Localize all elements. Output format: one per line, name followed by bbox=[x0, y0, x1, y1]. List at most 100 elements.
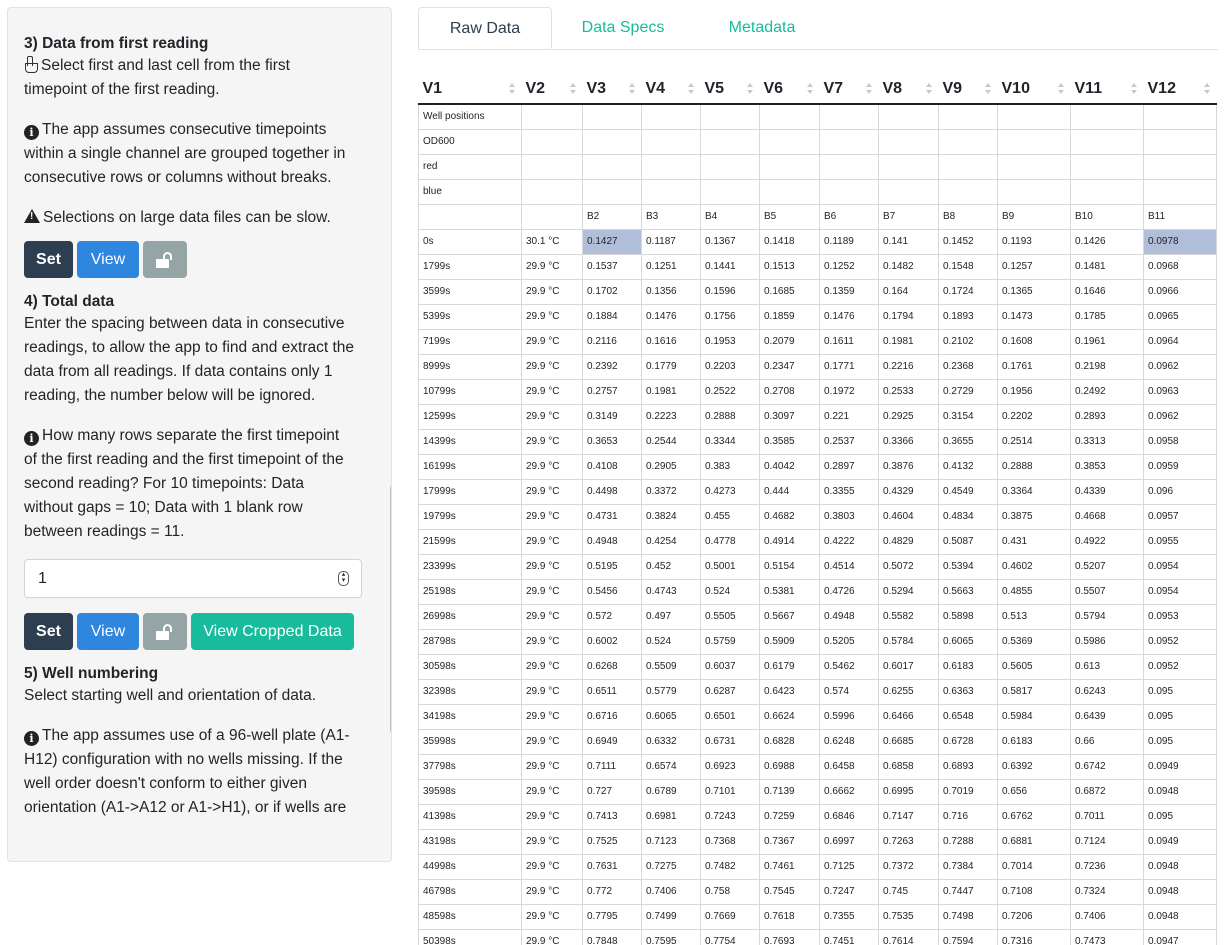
table-cell[interactable]: 0.1981 bbox=[878, 328, 939, 355]
table-cell[interactable]: 0.758 bbox=[700, 878, 760, 905]
table-cell[interactable]: 0.5779 bbox=[641, 678, 701, 705]
table-cell[interactable]: 0.4922 bbox=[1070, 528, 1144, 555]
table-cell[interactable] bbox=[938, 128, 998, 155]
table-cell[interactable]: 0.5456 bbox=[582, 578, 642, 605]
table-cell[interactable]: 0.4829 bbox=[878, 528, 939, 555]
table-cell[interactable]: 0.3355 bbox=[819, 478, 879, 505]
table-cell[interactable]: 0.7011 bbox=[1070, 803, 1144, 830]
table-cell[interactable]: 0.1961 bbox=[1070, 328, 1144, 355]
table-cell[interactable]: 0.7451 bbox=[819, 928, 879, 945]
table-cell[interactable]: 0.6716 bbox=[582, 703, 642, 730]
table-cell[interactable]: 29.9 °C bbox=[521, 553, 583, 580]
table-cell[interactable]: 0.1476 bbox=[819, 303, 879, 330]
column-header-v4[interactable]: V4 bbox=[641, 75, 701, 105]
table-cell[interactable]: 0.7316 bbox=[997, 928, 1071, 945]
table-cell[interactable]: 0.6392 bbox=[997, 753, 1071, 780]
table-cell[interactable]: 0.1771 bbox=[819, 353, 879, 380]
table-cell[interactable]: 0.1441 bbox=[700, 253, 760, 280]
table-cell[interactable]: 0.1359 bbox=[819, 278, 879, 305]
sort-icon[interactable] bbox=[687, 83, 695, 95]
table-cell[interactable]: 32398s bbox=[418, 678, 522, 705]
table-cell[interactable]: 0.1367 bbox=[700, 228, 760, 255]
table-cell[interactable]: 0.5909 bbox=[759, 628, 820, 655]
table-cell[interactable]: 0.7693 bbox=[759, 928, 820, 945]
table-row[interactable]: 41398s 29.9 °C 0.7413 0.6981 0.7243 0.7259 0.6… bbox=[418, 803, 1217, 830]
table-cell[interactable]: 37798s bbox=[418, 753, 522, 780]
table-cell[interactable]: 0.1189 bbox=[819, 228, 879, 255]
table-cell[interactable]: B5 bbox=[759, 203, 820, 230]
sort-icon[interactable] bbox=[865, 83, 873, 95]
table-row[interactable]: 7199s 29.9 °C 0.2116 0.1616 0.1953 0.2079 0.16… bbox=[418, 328, 1217, 355]
table-cell[interactable]: 0.2102 bbox=[938, 328, 998, 355]
reading-spacing-input[interactable]: 1 ▴ ▾ bbox=[24, 559, 362, 598]
table-cell[interactable]: 0.6988 bbox=[759, 753, 820, 780]
table-cell[interactable]: 0.7498 bbox=[938, 903, 998, 930]
table-cell[interactable]: 7199s bbox=[418, 328, 522, 355]
table-cell[interactable]: 29.9 °C bbox=[521, 353, 583, 380]
table-cell[interactable]: 0.4604 bbox=[878, 503, 939, 530]
table-cell[interactable]: 0.716 bbox=[938, 803, 998, 830]
table-cell[interactable]: 0.6243 bbox=[1070, 678, 1144, 705]
table-cell[interactable]: 0.6685 bbox=[878, 728, 939, 755]
table-cell[interactable]: 0.6439 bbox=[1070, 703, 1144, 730]
unlock-button-3[interactable] bbox=[143, 241, 187, 278]
table-cell[interactable]: 0.1646 bbox=[1070, 278, 1144, 305]
table-cell[interactable]: 0.497 bbox=[641, 603, 701, 630]
column-header-v9[interactable]: V9 bbox=[938, 75, 998, 105]
table-row[interactable]: 25198s 29.9 °C 0.5456 0.4743 0.524 0.5381 0.47… bbox=[418, 578, 1217, 605]
table-cell[interactable]: 29.9 °C bbox=[521, 778, 583, 805]
table-cell[interactable] bbox=[759, 178, 820, 205]
table-cell[interactable]: 0.3655 bbox=[938, 428, 998, 455]
table-cell[interactable]: 29.9 °C bbox=[521, 378, 583, 405]
table-cell[interactable]: 0.2533 bbox=[878, 378, 939, 405]
table-cell[interactable]: 8999s bbox=[418, 353, 522, 380]
table-row[interactable]: blue bbox=[418, 178, 1217, 205]
table-cell[interactable] bbox=[759, 153, 820, 180]
table-cell[interactable]: 0.5986 bbox=[1070, 628, 1144, 655]
table-cell[interactable]: 0.1884 bbox=[582, 303, 642, 330]
table-cell[interactable]: 0.6332 bbox=[641, 728, 701, 755]
sidebar-scrollbar[interactable] bbox=[390, 485, 391, 733]
table-cell[interactable]: 0.0948 bbox=[1143, 778, 1217, 805]
table-cell[interactable]: 0.3364 bbox=[997, 478, 1071, 505]
table-cell[interactable]: 0.6065 bbox=[938, 628, 998, 655]
column-header-v6[interactable]: V6 bbox=[759, 75, 820, 105]
table-cell[interactable]: 0.3366 bbox=[878, 428, 939, 455]
view-button-3[interactable]: View bbox=[77, 241, 139, 278]
table-cell[interactable]: 0.1972 bbox=[819, 378, 879, 405]
table-cell[interactable]: 29.9 °C bbox=[521, 328, 583, 355]
table-cell[interactable]: 0.6742 bbox=[1070, 753, 1144, 780]
table-row[interactable]: 8999s 29.9 °C 0.2392 0.1779 0.2203 0.2347 0.17… bbox=[418, 353, 1217, 380]
table-row[interactable]: 46798s 29.9 °C 0.772 0.7406 0.758 0.7545 0.724… bbox=[418, 878, 1217, 905]
table-cell[interactable]: 0.6574 bbox=[641, 753, 701, 780]
table-cell[interactable]: 29.9 °C bbox=[521, 803, 583, 830]
table-row[interactable]: 0s 30.1 °C 0.1427 0.1187 0.1367 0.1418 0.1189 0… bbox=[418, 228, 1217, 255]
table-cell[interactable]: 0.3097 bbox=[759, 403, 820, 430]
table-cell[interactable]: 0.6872 bbox=[1070, 778, 1144, 805]
table-cell[interactable]: 0.0959 bbox=[1143, 453, 1217, 480]
table-cell[interactable]: 0.2888 bbox=[997, 453, 1071, 480]
table-cell[interactable] bbox=[582, 178, 642, 205]
table-cell[interactable]: 0.6248 bbox=[819, 728, 879, 755]
table-cell[interactable]: 0.4914 bbox=[759, 528, 820, 555]
table-row[interactable]: 17999s 29.9 °C 0.4498 0.3372 0.4273 0.444 0.33… bbox=[418, 478, 1217, 505]
table-cell[interactable]: 0.0949 bbox=[1143, 753, 1217, 780]
table-cell[interactable]: 0.7275 bbox=[641, 853, 701, 880]
table-cell[interactable]: 0.7324 bbox=[1070, 878, 1144, 905]
table-row[interactable]: 10799s 29.9 °C 0.2757 0.1981 0.2522 0.2708 0.1… bbox=[418, 378, 1217, 405]
table-cell[interactable]: 29.9 °C bbox=[521, 678, 583, 705]
sort-icon[interactable] bbox=[984, 83, 992, 95]
table-cell[interactable]: 0.7669 bbox=[700, 903, 760, 930]
table-cell[interactable]: 28798s bbox=[418, 628, 522, 655]
table-cell[interactable]: 29.9 °C bbox=[521, 878, 583, 905]
table-cell[interactable]: 0.6789 bbox=[641, 778, 701, 805]
table-cell[interactable]: 0.5582 bbox=[878, 603, 939, 630]
table-cell[interactable]: 14399s bbox=[418, 428, 522, 455]
table-cell[interactable]: 0.6858 bbox=[878, 753, 939, 780]
table-cell[interactable]: 0.5794 bbox=[1070, 603, 1144, 630]
table-cell[interactable]: 0.7795 bbox=[582, 903, 642, 930]
table-cell[interactable]: 0.7288 bbox=[938, 828, 998, 855]
table-cell[interactable]: 0.745 bbox=[878, 878, 939, 905]
table-cell[interactable]: 3599s bbox=[418, 278, 522, 305]
table-cell[interactable]: 0.5087 bbox=[938, 528, 998, 555]
